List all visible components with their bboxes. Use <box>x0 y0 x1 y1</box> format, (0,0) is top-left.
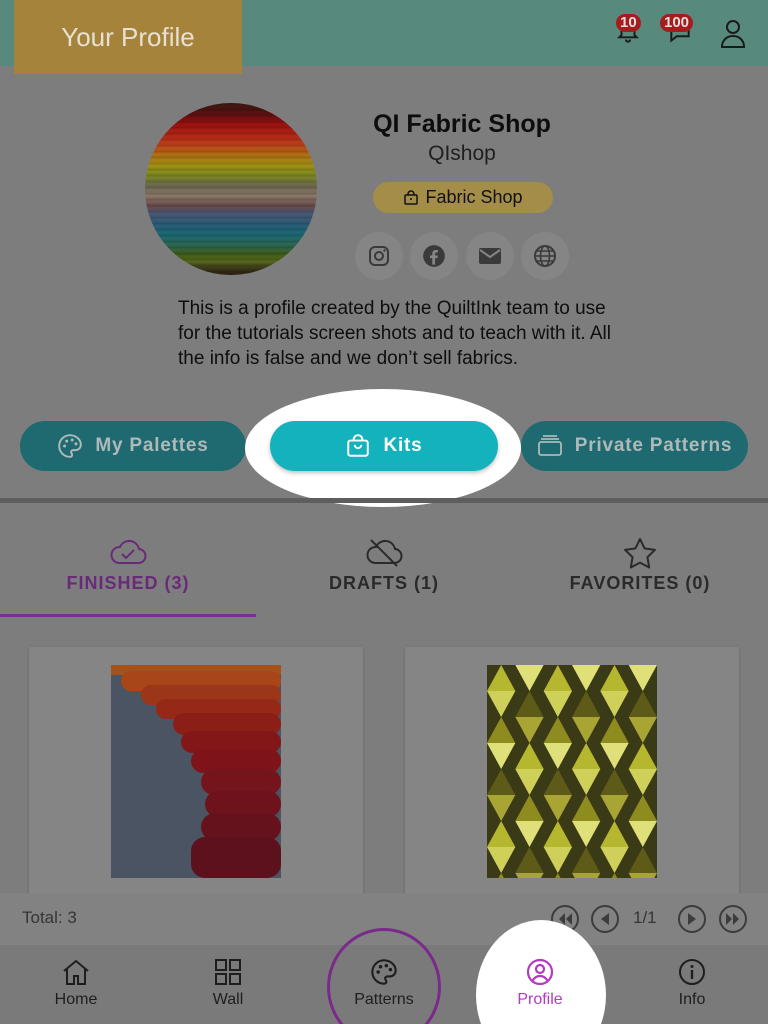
nav-info[interactable]: Info <box>616 945 768 1024</box>
pattern-card[interactable] <box>29 647 363 897</box>
bag-icon <box>404 189 419 205</box>
email-button[interactable] <box>466 232 514 280</box>
website-button[interactable] <box>521 232 569 280</box>
notifications-button[interactable]: 10 <box>610 14 646 50</box>
grid-icon <box>215 959 241 985</box>
nav-patterns[interactable]: Patterns <box>308 945 460 1024</box>
palette-icon <box>58 434 83 458</box>
profile-bio: This is a profile created by the QuiltIn… <box>178 298 612 369</box>
avatar <box>145 103 317 275</box>
nav-wall[interactable]: Wall <box>152 945 304 1024</box>
notifications-badge: 10 <box>616 14 641 32</box>
previous-page-button[interactable] <box>591 905 619 933</box>
active-tab-indicator <box>0 614 256 617</box>
instagram-button[interactable] <box>355 232 403 280</box>
account-button[interactable] <box>718 16 748 50</box>
my-palettes-button[interactable]: My Palettes <box>20 421 246 471</box>
folder-stack-icon <box>537 435 562 456</box>
tab-drafts-label: DRAFTS (1) <box>329 573 439 593</box>
bag-icon <box>347 434 370 457</box>
nav-profile-label: Profile <box>517 991 563 1008</box>
tab-finished[interactable]: FINISHED (3) <box>0 503 256 618</box>
next-page-button[interactable] <box>678 905 706 933</box>
nav-profile[interactable]: Profile <box>464 945 616 1024</box>
nav-home-label: Home <box>54 991 98 1008</box>
facebook-button[interactable] <box>410 232 458 280</box>
nav-wall-label: Wall <box>212 991 244 1008</box>
account-circle-icon <box>526 958 554 986</box>
cloud-off-icon <box>366 539 403 567</box>
user-icon <box>720 20 746 48</box>
email-icon <box>479 248 501 264</box>
profile-name: QI Fabric Shop <box>373 110 551 138</box>
messages-button[interactable]: 100 <box>658 14 702 50</box>
info-icon <box>679 959 705 985</box>
cloud-check-icon <box>110 539 147 564</box>
globe-icon <box>534 245 556 267</box>
pattern-card[interactable] <box>405 647 739 897</box>
nav-info-label: Info <box>678 991 706 1008</box>
last-page-button[interactable] <box>719 905 747 933</box>
private-patterns-button[interactable]: Private Patterns <box>521 421 748 471</box>
pattern-thumbnail <box>111 665 281 878</box>
profile-handle: QIshop <box>428 142 496 165</box>
tab-finished-label: FINISHED (3) <box>66 573 190 593</box>
tab-drafts[interactable]: DRAFTS (1) <box>256 503 512 618</box>
pattern-thumbnail <box>487 665 657 878</box>
instagram-icon <box>369 246 389 266</box>
kits-label: Kits <box>383 435 423 456</box>
messages-badge: 100 <box>660 14 694 32</box>
total-count: Total: 3 <box>22 908 77 927</box>
facebook-icon <box>423 245 445 267</box>
play-right-icon <box>688 913 696 925</box>
page-title: Your Profile <box>14 0 242 74</box>
play-left-icon <box>601 913 609 925</box>
shop-type-label: Fabric Shop <box>425 187 523 207</box>
nav-patterns-label: Patterns <box>354 991 414 1008</box>
fast-forward-icon <box>726 913 739 925</box>
private-patterns-label: Private Patterns <box>574 435 733 456</box>
home-icon <box>63 959 89 985</box>
shop-type-chip: Fabric Shop <box>373 182 553 213</box>
tab-favorites-label: FAVORITES (0) <box>569 573 711 593</box>
nav-home[interactable]: Home <box>0 945 152 1024</box>
star-icon <box>624 538 656 569</box>
page-indicator: 1/1 <box>633 908 657 927</box>
tab-favorites[interactable]: FAVORITES (0) <box>512 503 768 618</box>
kits-button[interactable]: Kits <box>270 421 498 471</box>
palette-icon <box>371 959 397 985</box>
my-palettes-label: My Palettes <box>95 435 209 456</box>
